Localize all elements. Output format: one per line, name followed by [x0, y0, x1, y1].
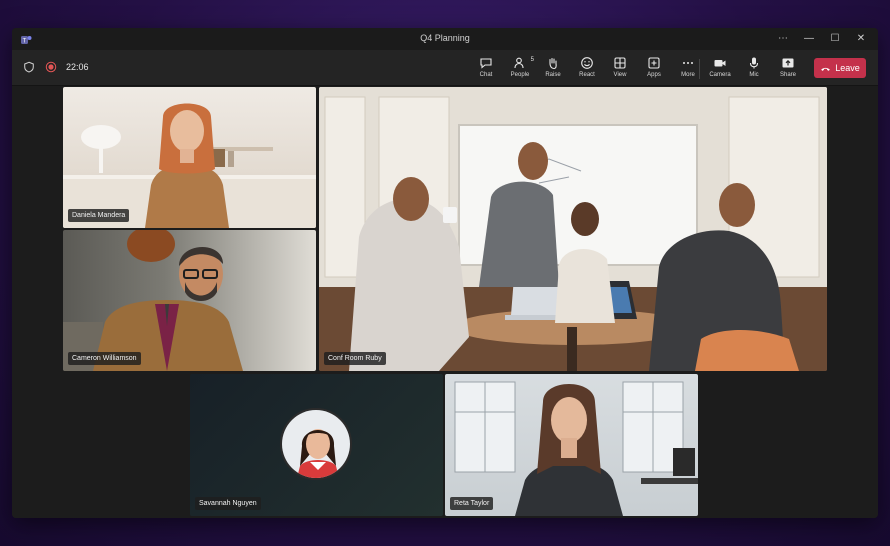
participant-name: Daniela Mandera	[68, 209, 130, 222]
camera-button[interactable]: Camera	[704, 54, 736, 82]
participant-video	[63, 230, 243, 371]
share-button[interactable]: Share	[772, 54, 804, 82]
react-label: React	[579, 72, 595, 78]
participant-name: Savannah Nguyen	[195, 497, 261, 510]
window-title: Q4 Planning	[420, 33, 470, 43]
maximize-button[interactable]: ☐	[824, 31, 846, 47]
video-tile[interactable]: Cameron Williamson	[63, 230, 316, 371]
react-button[interactable]: React	[571, 54, 603, 82]
participant-video	[319, 87, 827, 371]
camera-icon	[714, 60, 726, 67]
participant-name: Reta Taylor	[450, 497, 494, 510]
teams-meeting-window: T Q4 Planning ⋯ — ☐ ✕ 22:06 Chat 5 Peopl…	[12, 28, 878, 518]
chat-button[interactable]: Chat	[470, 54, 502, 82]
avatar	[280, 408, 352, 480]
chat-icon	[480, 58, 492, 69]
camera-label: Camera	[709, 72, 731, 78]
shield-icon	[22, 60, 36, 74]
share-label: Share	[779, 72, 796, 78]
people-count-badge: 5	[530, 57, 534, 63]
close-button[interactable]: ✕	[850, 31, 872, 47]
participant-name: Conf Room Ruby	[324, 352, 386, 365]
leave-button[interactable]: Leave	[814, 58, 866, 78]
people-icon	[514, 57, 524, 69]
title-bar: T Q4 Planning ⋯ — ☐ ✕	[12, 28, 878, 50]
participant-video	[454, 381, 698, 516]
more-options-icon[interactable]: ⋯	[772, 31, 794, 47]
raise-hand-button[interactable]: Raise	[537, 54, 569, 82]
mic-label: Mic	[749, 72, 759, 78]
mic-icon	[749, 57, 759, 69]
more-icon	[683, 62, 693, 64]
grid-icon	[614, 57, 626, 69]
video-stage: Daniela Mandera Cameron Williamson Conf …	[12, 86, 878, 518]
more-label: More	[681, 72, 695, 78]
share-icon	[782, 58, 794, 68]
participant-name: Cameron Williamson	[68, 352, 141, 365]
view-label: View	[613, 72, 627, 78]
apps-label: Apps	[647, 72, 661, 78]
phone-hangup-icon	[821, 67, 831, 71]
video-tile[interactable]: Savannah Nguyen	[190, 374, 443, 516]
smile-icon	[581, 57, 593, 69]
plus-square-icon	[648, 57, 660, 69]
participant-video	[63, 103, 316, 228]
chat-label: Chat	[479, 72, 493, 78]
toolbar-divider	[699, 59, 700, 79]
video-tile[interactable]: Reta Taylor	[445, 374, 698, 516]
recording-icon	[44, 60, 58, 74]
minimize-button[interactable]: —	[798, 31, 820, 47]
meeting-timer: 22:06	[66, 62, 89, 72]
view-button[interactable]: View	[604, 54, 636, 82]
meeting-toolbar: 22:06 Chat 5 People Raise React View App…	[12, 50, 878, 86]
video-tile[interactable]: Daniela Mandera	[63, 87, 316, 228]
apps-button[interactable]: Apps	[638, 54, 670, 82]
video-tile[interactable]: Conf Room Ruby	[319, 87, 827, 371]
raise-label: Raise	[545, 72, 561, 78]
people-button[interactable]: 5 People	[504, 54, 536, 82]
leave-label: Leave	[835, 63, 860, 73]
people-label: People	[510, 72, 530, 78]
mic-button[interactable]: Mic	[738, 54, 770, 82]
hand-icon	[549, 57, 557, 70]
